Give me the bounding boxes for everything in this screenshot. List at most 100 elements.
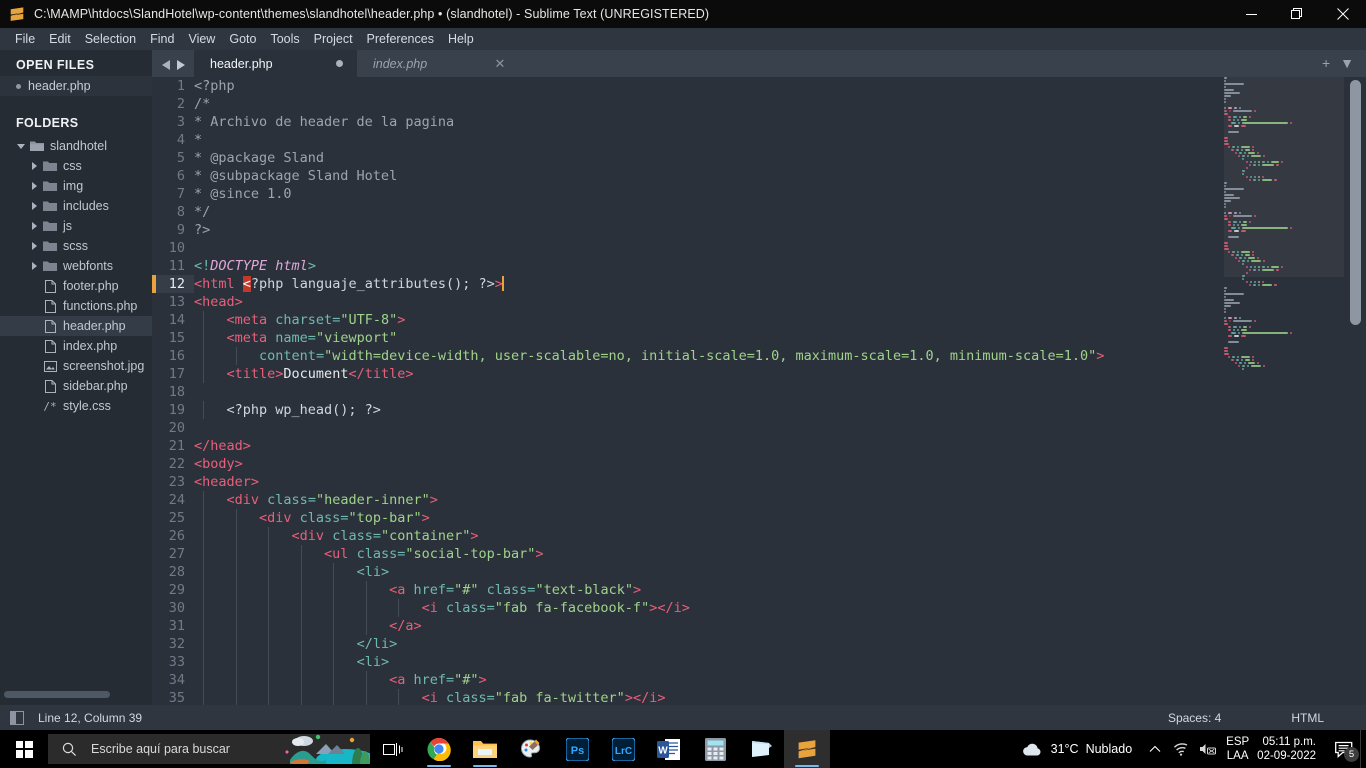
tab-menu-dropdown-icon[interactable]: ▼	[1340, 56, 1354, 70]
menu-view[interactable]: View	[181, 30, 222, 48]
code-line[interactable]: 13 <head>	[152, 293, 1104, 311]
menu-help[interactable]: Help	[441, 30, 481, 48]
chevron-up-icon[interactable]	[1142, 730, 1168, 768]
tree-file-header-php[interactable]: header.php	[0, 316, 152, 336]
sidebar-toggle-icon[interactable]	[10, 710, 24, 725]
code-line[interactable]: 8 */	[152, 203, 1104, 221]
code-line[interactable]: 11 <!DOCTYPE html>	[152, 257, 1104, 275]
code-line[interactable]: 19 <?php wp_head(); ?>	[152, 401, 1104, 419]
code-line[interactable]: 3 * Archivo de header de la pagina	[152, 113, 1104, 131]
tray-weather[interactable]: 31°C Nublado	[1022, 742, 1132, 757]
tab-index-php[interactable]: index.php ✕	[357, 50, 520, 77]
code-line[interactable]: 7 * @since 1.0	[152, 185, 1104, 203]
chevron-right-icon[interactable]	[27, 162, 40, 170]
new-tab-button[interactable]: +	[1322, 56, 1330, 70]
code-line[interactable]: 23 <header>	[152, 473, 1104, 491]
clock[interactable]: 05:11 p.m. 02-09-2022	[1257, 735, 1316, 763]
menu-file[interactable]: File	[8, 30, 42, 48]
code-line[interactable]: 25 <div class="top-bar">	[152, 509, 1104, 527]
code-editor[interactable]: 1 <?php 2 /* 3 * Archivo de header de la pagi…	[152, 77, 1366, 705]
code-line[interactable]: 9 ?>	[152, 221, 1104, 239]
minimap[interactable]	[1224, 77, 1344, 705]
chevron-right-icon[interactable]	[27, 262, 40, 270]
taskbar-app-sublime-text[interactable]	[784, 730, 830, 768]
code-line[interactable]: 31 </a>	[152, 617, 1104, 635]
code-line[interactable]: 32 </li>	[152, 635, 1104, 653]
taskbar-app-file-explorer[interactable]	[462, 730, 508, 768]
menu-selection[interactable]: Selection	[78, 30, 143, 48]
chevron-right-icon[interactable]	[27, 222, 40, 230]
chevron-left-icon[interactable]	[162, 60, 171, 70]
code-line[interactable]: 26 <div class="container">	[152, 527, 1104, 545]
sidebar-horizontal-scrollbar[interactable]	[4, 691, 144, 698]
language-indicator[interactable]: ESP LAA	[1226, 735, 1249, 763]
minimize-icon[interactable]	[1228, 0, 1274, 28]
tree-file-style-css[interactable]: /* style.css	[0, 396, 152, 416]
tab-close-icon[interactable]: ✕	[494, 57, 506, 70]
chevron-right-icon[interactable]	[27, 182, 40, 190]
minimap-viewport[interactable]	[1224, 77, 1344, 277]
tree-folder-css[interactable]: css	[0, 156, 152, 176]
code-line[interactable]: 20	[152, 419, 1104, 437]
taskbar-app-photoshop[interactable]: Ps	[554, 730, 600, 768]
tree-folder-img[interactable]: img	[0, 176, 152, 196]
show-desktop-button[interactable]	[1360, 730, 1366, 768]
code-line[interactable]: 14 <meta charset="UTF-8">	[152, 311, 1104, 329]
code-line[interactable]: 16 content="width=device-width, user-sca…	[152, 347, 1105, 365]
chevron-down-icon[interactable]	[14, 142, 27, 150]
wifi-icon[interactable]	[1168, 730, 1194, 768]
code-line[interactable]: 30 <i class="fab fa-facebook-f"></i>	[152, 599, 1104, 617]
tree-file-index-php[interactable]: index.php	[0, 336, 152, 356]
menu-project[interactable]: Project	[307, 30, 360, 48]
close-icon[interactable]	[1320, 0, 1366, 28]
code-line[interactable]: 1 <?php	[152, 77, 1104, 95]
taskbar-app-lightroom[interactable]: LrC	[600, 730, 646, 768]
code-line[interactable]: 4 *	[152, 131, 1104, 149]
menu-goto[interactable]: Goto	[222, 30, 263, 48]
taskbar-app-chrome[interactable]	[416, 730, 462, 768]
tree-folder-slandhotel[interactable]: slandhotel	[0, 136, 152, 156]
code-line[interactable]: 17 <title>Document</title>	[152, 365, 1104, 383]
windows-start-icon[interactable]	[0, 730, 48, 768]
code-line[interactable]: 10	[152, 239, 1104, 257]
tree-folder-js[interactable]: js	[0, 216, 152, 236]
task-view-icon[interactable]	[370, 730, 416, 768]
taskbar-app-sticky-notes[interactable]	[738, 730, 784, 768]
tree-folder-scss[interactable]: scss	[0, 236, 152, 256]
code-line[interactable]: 2 /*	[152, 95, 1104, 113]
code-line[interactable]: 35 <i class="fab fa-twitter"></i>	[152, 689, 1104, 705]
code-line[interactable]: 29 <a href="#" class="text-black">	[152, 581, 1104, 599]
notification-icon[interactable]: 5	[1328, 730, 1360, 768]
menu-edit[interactable]: Edit	[42, 30, 78, 48]
editor-vertical-scrollbar[interactable]	[1350, 77, 1361, 705]
code-line[interactable]: 28 <li>	[152, 563, 1104, 581]
open-file-header-php[interactable]: header.php	[0, 76, 152, 96]
code-line[interactable]: 6 * @subpackage Sland Hotel	[152, 167, 1104, 185]
tab-modified-dot-icon[interactable]	[336, 60, 343, 67]
tree-folder-webfonts[interactable]: webfonts	[0, 256, 152, 276]
tree-file-screenshot-jpg[interactable]: screenshot.jpg	[0, 356, 152, 376]
taskbar-app-word[interactable]: W	[646, 730, 692, 768]
code-line[interactable]: 33 <li>	[152, 653, 1104, 671]
menu-find[interactable]: Find	[143, 30, 181, 48]
tree-file-footer-php[interactable]: footer.php	[0, 276, 152, 296]
chevron-right-icon[interactable]	[27, 242, 40, 250]
code-line[interactable]: 15 <meta name="viewport"	[152, 329, 1104, 347]
code-line[interactable]: 5 * @package Sland	[152, 149, 1104, 167]
restore-icon[interactable]	[1274, 0, 1320, 28]
code-line[interactable]: 24 <div class="header-inner">	[152, 491, 1104, 509]
code-content[interactable]: 1 <?php 2 /* 3 * Archivo de header de la pagi…	[152, 77, 1104, 705]
volume-muted-icon[interactable]	[1194, 730, 1220, 768]
taskbar-search-input[interactable]: Escribe aquí para buscar	[48, 734, 370, 764]
tree-file-sidebar-php[interactable]: sidebar.php	[0, 376, 152, 396]
taskbar-app-calculator[interactable]	[692, 730, 738, 768]
code-line[interactable]: 12 <html <?php languaje_attributes(); ?>>	[152, 275, 1104, 293]
code-line[interactable]: 22 <body>	[152, 455, 1104, 473]
menu-tools[interactable]: Tools	[263, 30, 306, 48]
indentation-setting[interactable]: Spaces: 4	[1168, 711, 1221, 725]
tree-folder-includes[interactable]: includes	[0, 196, 152, 216]
chevron-right-icon[interactable]	[27, 202, 40, 210]
tree-file-functions-php[interactable]: functions.php	[0, 296, 152, 316]
code-line[interactable]: 34 <a href="#">	[152, 671, 1104, 689]
code-line[interactable]: 18	[152, 383, 1104, 401]
